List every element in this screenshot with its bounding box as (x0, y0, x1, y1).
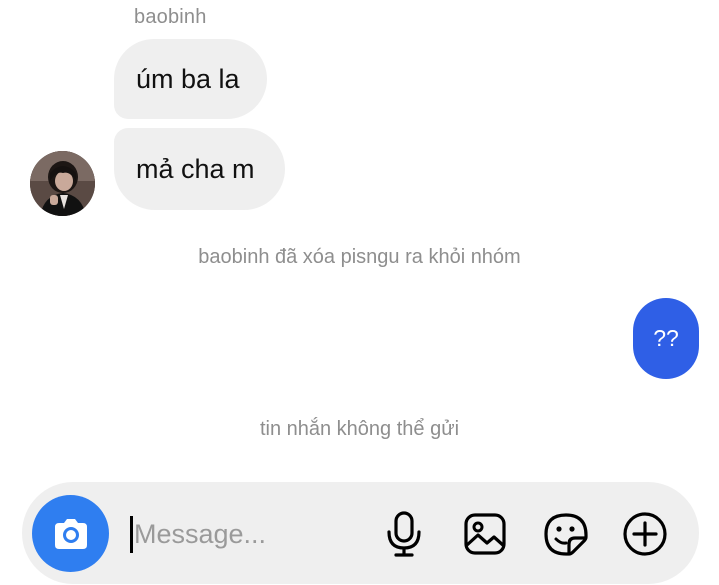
system-note-removed: baobinh đã xóa pisngu ra khỏi nhóm (198, 246, 521, 268)
sender-name: baobinh (134, 6, 207, 28)
chat-screen: baobinh úm ba la mả cha m baobinh đã xóa… (0, 0, 719, 585)
sticker-button[interactable] (542, 510, 590, 558)
outgoing-message[interactable]: ?? (633, 298, 699, 379)
avatar-image (30, 151, 95, 216)
plus-icon (623, 512, 667, 556)
text-cursor (130, 516, 133, 553)
system-note-cannot-send: tin nhắn không thể gửi (259, 418, 460, 440)
sticker-icon (544, 513, 588, 556)
incoming-message[interactable]: úm ba la (114, 39, 267, 119)
microphone-icon (387, 511, 421, 557)
microphone-button[interactable] (380, 510, 428, 558)
gallery-icon (464, 513, 506, 555)
message-text: ?? (653, 325, 679, 351)
camera-button[interactable] (32, 495, 109, 572)
message-text: mả cha m (136, 153, 255, 184)
gallery-button[interactable] (461, 510, 509, 558)
camera-icon (54, 518, 87, 549)
avatar[interactable] (30, 151, 95, 216)
message-text: úm ba la (136, 63, 240, 94)
message-composer (22, 482, 699, 584)
incoming-message[interactable]: mả cha m (114, 128, 285, 210)
more-options-button[interactable] (621, 510, 669, 558)
message-input[interactable] (134, 510, 364, 558)
